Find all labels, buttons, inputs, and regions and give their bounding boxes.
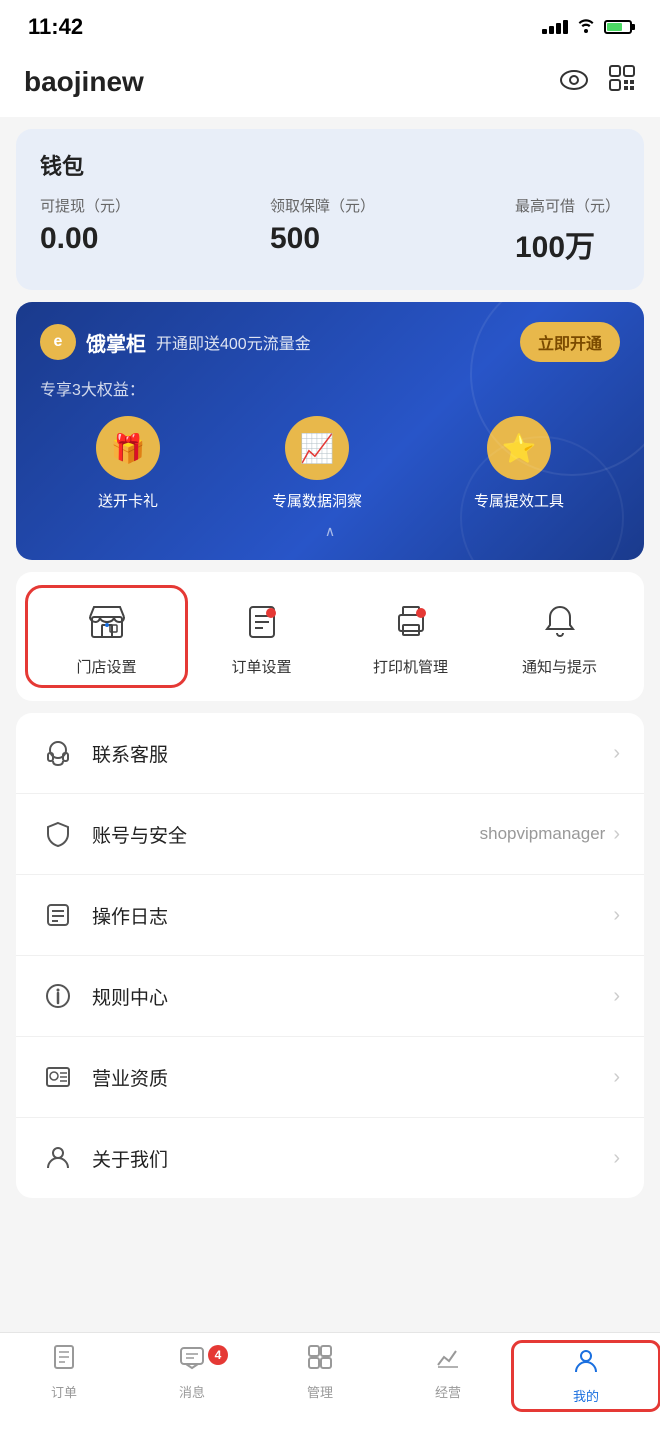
- about-us-text: 关于我们: [92, 1145, 613, 1172]
- quick-menu-items: 门店设置 订单设置: [16, 582, 644, 691]
- star-icon: ⭐: [487, 416, 551, 480]
- benefit-tools-label: 专属提效工具: [474, 490, 564, 511]
- menu-store-settings[interactable]: 门店设置: [28, 588, 185, 685]
- arrow-icon: ›: [613, 1147, 620, 1170]
- promotion-banner[interactable]: e 饿掌柜 开通即送400元流量金 立即开通 专享3大权益： 🎁 送开卡礼 📈 …: [16, 302, 644, 560]
- status-bar: 11:42: [0, 0, 660, 50]
- wallet-title: 钱包: [40, 149, 620, 181]
- store-settings-label: 门店设置: [76, 656, 136, 677]
- account-username: shopvipmanager: [480, 824, 606, 844]
- wallet-stats: 可提现（元） 0.00 领取保障（元） 500 最高可借（元） 100万: [40, 195, 620, 266]
- bell-icon: [535, 596, 585, 646]
- scan-icon[interactable]: [608, 64, 636, 99]
- benefit-gift-label: 送开卡礼: [98, 490, 158, 511]
- benefit-data: 📈 专属数据洞察: [272, 416, 362, 511]
- rules-center-text: 规则中心: [92, 983, 613, 1010]
- gift-icon: 🎁: [96, 416, 160, 480]
- banner-desc: 开通即送400元流量金: [156, 330, 311, 354]
- nav-orders[interactable]: 订单: [0, 1343, 128, 1409]
- operation-log-item[interactable]: 操作日志 ›: [16, 875, 644, 956]
- arrow-icon: ›: [613, 985, 620, 1008]
- bottom-nav: 订单 4 消息 管理: [0, 1332, 660, 1429]
- mine-icon: [572, 1347, 600, 1382]
- orders-label: 订单: [51, 1382, 77, 1401]
- account-security-item[interactable]: 账号与安全 shopvipmanager ›: [16, 794, 644, 875]
- license-icon: [40, 1059, 76, 1095]
- menu-notifications[interactable]: 通知与提示: [485, 596, 634, 677]
- banner-benefits: 🎁 送开卡礼 📈 专属数据洞察 ⭐ 专属提效工具: [40, 416, 620, 511]
- arrow-icon: ›: [613, 904, 620, 927]
- wallet-stat-max-borrow: 最高可借（元） 100万: [515, 195, 620, 266]
- arrow-icon: ›: [613, 823, 620, 846]
- manage-icon: [306, 1343, 334, 1378]
- brand-logo: e: [40, 324, 76, 360]
- signal-icon: [542, 20, 568, 34]
- order-settings-label: 订单设置: [231, 656, 291, 677]
- settings-list: 联系客服 › 账号与安全 shopvipmanager › 操作日志 ›: [16, 713, 644, 1198]
- printer-label: 打印机管理: [373, 656, 448, 677]
- printer-icon: [386, 596, 436, 646]
- wallet-stat-withdrawable: 可提现（元） 0.00: [40, 195, 130, 266]
- banner-subtitle: 专享3大权益：: [40, 376, 620, 400]
- benefit-gift: 🎁 送开卡礼: [96, 416, 160, 511]
- arrow-icon: ›: [613, 1066, 620, 1089]
- rules-center-item[interactable]: 规则中心 ›: [16, 956, 644, 1037]
- status-time: 11:42: [28, 14, 83, 40]
- mine-label: 我的: [573, 1386, 599, 1405]
- orders-icon: [50, 1343, 78, 1378]
- operation-log-text: 操作日志: [92, 902, 613, 929]
- business-license-text: 营业资质: [92, 1064, 613, 1091]
- nav-business[interactable]: 经营: [384, 1343, 512, 1409]
- shield-icon: [40, 816, 76, 852]
- activate-button[interactable]: 立即开通: [520, 322, 620, 362]
- brand-name: 饿掌柜: [86, 328, 146, 357]
- order-settings-icon: [237, 596, 287, 646]
- about-us-item[interactable]: 关于我们 ›: [16, 1118, 644, 1198]
- nav-messages[interactable]: 4 消息: [128, 1343, 256, 1409]
- nav-mine[interactable]: 我的: [514, 1343, 658, 1409]
- arrow-icon: ›: [613, 742, 620, 765]
- messages-badge: 4: [208, 1345, 228, 1365]
- business-icon: [434, 1343, 462, 1378]
- info-icon: [40, 978, 76, 1014]
- manage-label: 管理: [307, 1382, 333, 1401]
- log-icon: [40, 897, 76, 933]
- wifi-icon: [576, 17, 596, 38]
- status-icons: [542, 17, 632, 38]
- benefit-data-label: 专属数据洞察: [272, 490, 362, 511]
- banner-arrow: ∧: [40, 523, 620, 540]
- header-actions: [560, 64, 636, 99]
- menu-printer[interactable]: 打印机管理: [336, 596, 485, 677]
- about-icon: [40, 1140, 76, 1176]
- wallet-card: 钱包 可提现（元） 0.00 领取保障（元） 500 最高可借（元） 100万: [16, 129, 644, 290]
- contact-support-text: 联系客服: [92, 740, 613, 767]
- account-security-text: 账号与安全: [92, 821, 480, 848]
- battery-icon: [604, 20, 632, 34]
- messages-label: 消息: [179, 1382, 205, 1401]
- banner-header: e 饿掌柜 开通即送400元流量金 立即开通: [40, 322, 620, 362]
- headset-icon: [40, 735, 76, 771]
- chart-icon: 📈: [285, 416, 349, 480]
- contact-support-item[interactable]: 联系客服 ›: [16, 713, 644, 794]
- eye-icon[interactable]: [560, 66, 588, 97]
- quick-menu: 门店设置 订单设置: [16, 572, 644, 701]
- business-license-item[interactable]: 营业资质 ›: [16, 1037, 644, 1118]
- notification-label: 通知与提示: [522, 656, 597, 677]
- header: baojinew: [0, 50, 660, 117]
- wallet-stat-guarantee: 领取保障（元） 500: [270, 195, 375, 266]
- benefit-tools: ⭐ 专属提效工具: [474, 416, 564, 511]
- nav-manage[interactable]: 管理: [256, 1343, 384, 1409]
- menu-order-settings[interactable]: 订单设置: [187, 596, 336, 677]
- store-icon: [82, 596, 132, 646]
- messages-icon: [178, 1343, 206, 1378]
- banner-brand: e 饿掌柜 开通即送400元流量金: [40, 324, 311, 360]
- page-title: baojinew: [24, 66, 144, 98]
- business-label: 经营: [435, 1382, 461, 1401]
